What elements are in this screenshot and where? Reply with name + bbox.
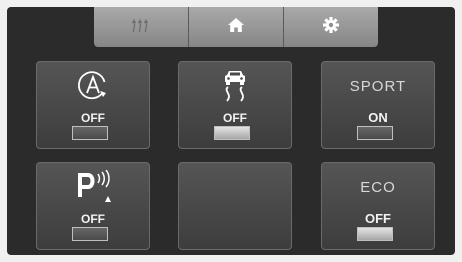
parking-sensor-icon bbox=[74, 169, 112, 209]
skid-car-icon bbox=[219, 69, 251, 108]
park-assist-state: OFF bbox=[81, 212, 105, 226]
auto-start-stop-state: OFF bbox=[81, 111, 105, 125]
park-assist-indicator bbox=[72, 227, 108, 241]
home-button[interactable] bbox=[189, 7, 284, 47]
auto-start-stop-button[interactable]: OFF bbox=[36, 61, 150, 149]
defrost-button[interactable] bbox=[94, 7, 189, 47]
auto-start-stop-indicator bbox=[72, 126, 108, 140]
traction-control-state: OFF bbox=[223, 111, 247, 125]
traction-control-button[interactable]: OFF bbox=[178, 61, 292, 149]
sport-mode-button[interactable]: SPORT ON bbox=[321, 61, 435, 149]
eco-mode-button[interactable]: ECO OFF bbox=[321, 162, 435, 250]
gear-icon bbox=[322, 16, 340, 39]
home-icon bbox=[227, 17, 245, 38]
top-navigation-bar bbox=[94, 7, 378, 47]
eco-indicator bbox=[357, 227, 393, 241]
sport-indicator bbox=[357, 126, 393, 140]
park-assist-button[interactable]: OFF bbox=[36, 162, 150, 250]
empty-tile bbox=[178, 162, 292, 250]
sport-state: ON bbox=[368, 110, 388, 125]
sport-label: SPORT bbox=[349, 78, 407, 95]
settings-button[interactable] bbox=[284, 7, 378, 47]
eco-state: OFF bbox=[365, 211, 391, 226]
traction-control-indicator bbox=[214, 126, 250, 140]
vehicle-settings-screen: OFF OFF SPORT ON OFF ECO OFF bbox=[7, 7, 455, 255]
eco-label: ECO bbox=[360, 179, 396, 196]
auto-start-stop-icon bbox=[76, 69, 110, 108]
heat-waves-icon bbox=[130, 17, 152, 38]
